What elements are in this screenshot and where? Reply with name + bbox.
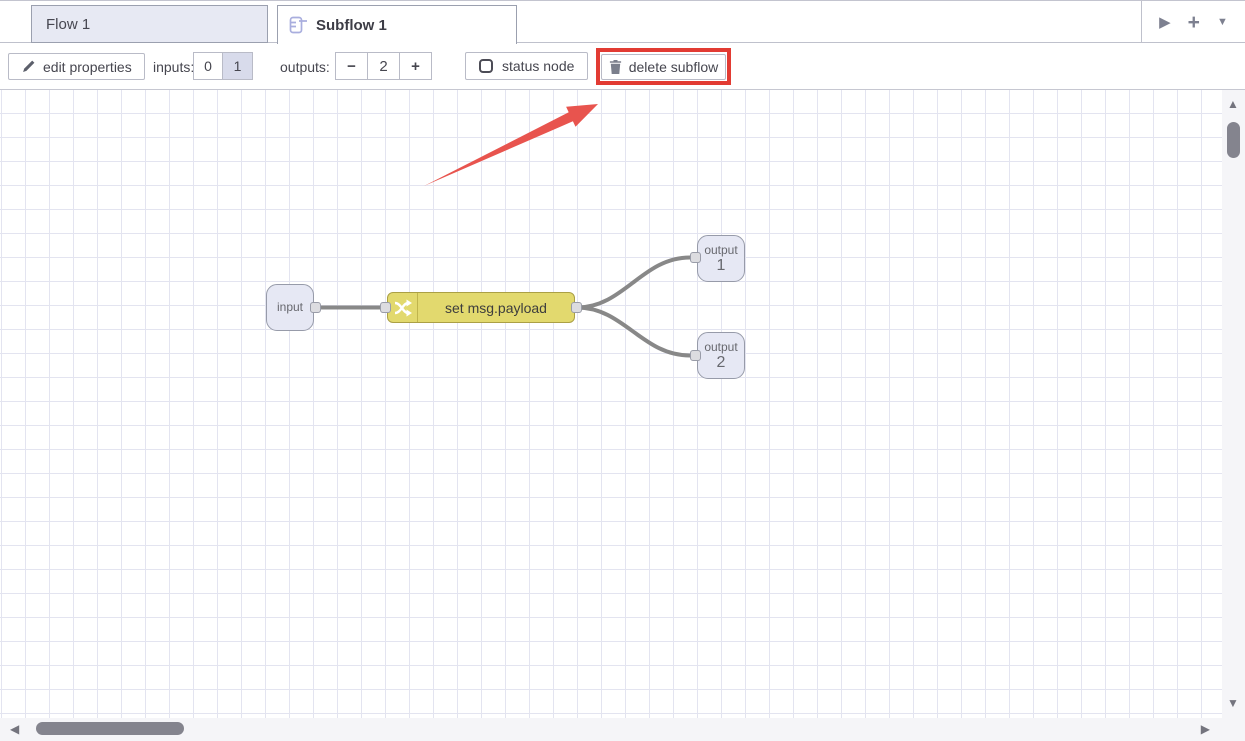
- status-node-label: status node: [502, 58, 574, 74]
- status-node-checkbox[interactable]: [479, 59, 493, 73]
- scroll-down-icon[interactable]: ▼: [1227, 697, 1239, 709]
- scroll-left-icon[interactable]: ◀: [10, 723, 19, 735]
- delete-subflow-highlight-box: delete subflow: [596, 48, 731, 85]
- add-flow-icon[interactable]: +: [1188, 12, 1200, 33]
- scroll-up-icon[interactable]: ▲: [1227, 98, 1239, 110]
- subflow-toolbar: edit properties inputs: 0 1 outputs: − 2…: [0, 43, 1245, 90]
- delete-subflow-label: delete subflow: [629, 59, 719, 75]
- delete-subflow-button[interactable]: delete subflow: [601, 54, 726, 80]
- wire-change-to-output2[interactable]: [577, 308, 690, 356]
- vertical-scrollbar[interactable]: ▲ ▼: [1222, 90, 1245, 741]
- subflow-output-node-2[interactable]: output 2: [697, 332, 745, 379]
- inputs-option-0[interactable]: 0: [193, 52, 223, 80]
- outputs-stepper: − 2 +: [335, 52, 432, 80]
- input-node-label: input: [277, 301, 303, 314]
- outputs-increase-button[interactable]: +: [399, 52, 432, 80]
- edit-properties-button[interactable]: edit properties: [8, 53, 145, 80]
- scroll-right-icon[interactable]: ▶: [1201, 723, 1210, 735]
- edit-properties-label: edit properties: [43, 59, 132, 75]
- annotation-arrow: [424, 104, 598, 186]
- pencil-icon: [21, 60, 35, 74]
- subflow-output-node-1[interactable]: output 1: [697, 235, 745, 282]
- wire-change-to-output1[interactable]: [577, 258, 690, 308]
- subflow-input-node[interactable]: input: [266, 284, 314, 331]
- change-node[interactable]: set msg.payload: [387, 292, 575, 323]
- outputs-decrease-button[interactable]: −: [335, 52, 368, 80]
- output2-node-input-port[interactable]: [690, 350, 701, 361]
- inputs-toggle: 0 1: [193, 52, 253, 80]
- status-node-button[interactable]: status node: [465, 52, 588, 80]
- change-node-icon-box: [388, 293, 418, 322]
- output1-node-input-port[interactable]: [690, 252, 701, 263]
- output1-node-number: 1: [717, 257, 726, 274]
- inputs-label: inputs:: [153, 43, 194, 90]
- change-node-input-port[interactable]: [380, 302, 391, 313]
- outputs-label: outputs:: [280, 43, 330, 90]
- tabbar-controls: ▶ + ▼: [1141, 1, 1245, 43]
- tab-flow-1[interactable]: Flow 1: [31, 5, 268, 43]
- change-node-label: set msg.payload: [418, 300, 574, 316]
- output2-node-label: output: [704, 341, 737, 354]
- input-node-output-port[interactable]: [310, 302, 321, 313]
- output2-node-number: 2: [717, 354, 726, 371]
- change-node-output-port[interactable]: [571, 302, 582, 313]
- shuffle-icon: [393, 298, 413, 318]
- next-tab-icon[interactable]: ▶: [1159, 15, 1171, 30]
- horizontal-scrollbar-thumb[interactable]: [36, 722, 184, 735]
- inputs-option-1[interactable]: 1: [223, 52, 253, 80]
- outputs-count-field[interactable]: 2: [367, 52, 400, 80]
- output1-node-label: output: [704, 244, 737, 257]
- tab-flow-1-label: Flow 1: [46, 16, 90, 33]
- horizontal-scrollbar[interactable]: ◀ ▶: [0, 718, 1222, 741]
- tab-subflow-1[interactable]: Subflow 1: [277, 5, 517, 44]
- flow-canvas[interactable]: input set msg.payload output 1 output 2: [0, 90, 1222, 718]
- node-red-editor: Flow 1 Subflow 1 ▶ + ▼ edit prope: [0, 0, 1245, 741]
- vertical-scrollbar-thumb[interactable]: [1227, 122, 1240, 158]
- wire-layer: [0, 90, 1222, 718]
- flow-tab-bar: Flow 1 Subflow 1 ▶ + ▼: [0, 0, 1245, 43]
- tab-subflow-1-label: Subflow 1: [316, 17, 387, 34]
- tab-list-menu-icon[interactable]: ▼: [1217, 17, 1228, 28]
- subflow-icon: [288, 16, 308, 35]
- trash-icon: [609, 60, 622, 74]
